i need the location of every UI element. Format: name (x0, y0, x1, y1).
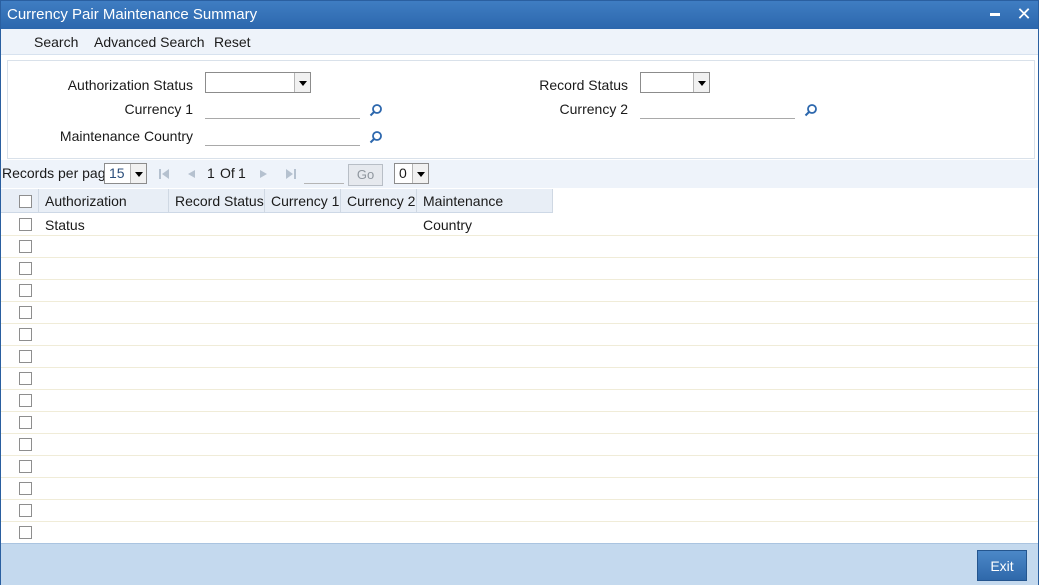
records-per-page-select[interactable]: 15 (104, 163, 147, 184)
column-header-maintenance-country[interactable]: Maintenance Country (417, 189, 553, 233)
page-number-input[interactable] (304, 164, 344, 184)
summary-window: Currency Pair Maintenance Summary ✕ Sear… (0, 0, 1039, 585)
row-checkbox[interactable] (19, 284, 32, 297)
table-row[interactable] (1, 500, 1038, 522)
table-row[interactable] (1, 236, 1038, 258)
currency1-label: Currency 1 (124, 101, 193, 117)
table-row[interactable] (1, 434, 1038, 456)
count-value: 0 (399, 165, 407, 181)
table-row[interactable] (1, 324, 1038, 346)
window-title: Currency Pair Maintenance Summary (7, 6, 258, 23)
authorization-status-label: Authorization Status (67, 77, 193, 93)
dropdown-arrow-icon (693, 73, 709, 92)
search-button[interactable]: Search (34, 34, 78, 50)
row-checkbox[interactable] (19, 240, 32, 253)
last-page-icon[interactable] (285, 168, 297, 180)
advanced-search-button[interactable]: Advanced Search (94, 34, 205, 50)
dropdown-arrow-icon (412, 164, 428, 183)
go-button[interactable]: Go (348, 164, 383, 186)
pagination-bar: Records per page 15 1 Of 1 Go 0 (1, 160, 1038, 188)
table-row[interactable] (1, 522, 1038, 544)
table-row[interactable] (1, 390, 1038, 412)
results-grid: Authorization Status Record Status Curre… (1, 189, 1038, 544)
table-row[interactable] (1, 346, 1038, 368)
maintenance-country-input[interactable] (205, 126, 360, 146)
of-label: Of (220, 165, 235, 181)
row-checkbox[interactable] (19, 306, 32, 319)
records-per-page-label: Records per page (2, 165, 114, 181)
table-row[interactable] (1, 456, 1038, 478)
row-checkbox[interactable] (19, 438, 32, 451)
total-pages: 1 (238, 165, 246, 181)
search-criteria-panel: Authorization Status Record Status Curre… (7, 60, 1035, 159)
row-checkbox[interactable] (19, 460, 32, 473)
current-page: 1 (207, 165, 215, 181)
row-checkbox[interactable] (19, 482, 32, 495)
row-checkbox[interactable] (19, 218, 32, 231)
title-bar: Currency Pair Maintenance Summary ✕ (1, 1, 1038, 29)
currency2-input[interactable] (640, 99, 795, 119)
records-per-page-value: 15 (109, 165, 125, 181)
table-row[interactable] (1, 478, 1038, 500)
row-checkbox[interactable] (19, 372, 32, 385)
row-checkbox[interactable] (19, 262, 32, 275)
exit-button[interactable]: Exit (977, 550, 1027, 581)
column-header-currency2[interactable]: Currency 2 (341, 189, 417, 213)
search-lens-icon[interactable] (369, 103, 383, 117)
row-checkbox[interactable] (19, 328, 32, 341)
row-checkbox[interactable] (19, 526, 32, 539)
maintenance-country-label: Maintenance Country (59, 128, 193, 144)
dropdown-arrow-icon (294, 73, 310, 92)
prev-page-icon[interactable] (185, 168, 197, 180)
search-lens-icon[interactable] (369, 130, 383, 144)
first-page-icon[interactable] (158, 168, 170, 180)
reset-button[interactable]: Reset (214, 34, 251, 50)
row-checkbox[interactable] (19, 416, 32, 429)
table-row[interactable] (1, 280, 1038, 302)
row-checkbox[interactable] (19, 504, 32, 517)
next-page-icon[interactable] (258, 168, 270, 180)
row-checkbox[interactable] (19, 394, 32, 407)
minimize-icon[interactable] (986, 5, 1004, 23)
column-header-record-status[interactable]: Record Status (169, 189, 265, 213)
record-status-select[interactable] (640, 72, 710, 93)
currency1-input[interactable] (205, 99, 360, 119)
authorization-status-select[interactable] (205, 72, 311, 93)
table-row[interactable] (1, 302, 1038, 324)
search-lens-icon[interactable] (804, 103, 818, 117)
column-header-authorization-status[interactable]: Authorization Status (38, 189, 169, 233)
column-header-currency1[interactable]: Currency 1 (265, 189, 341, 213)
table-row[interactable] (1, 368, 1038, 390)
currency2-label: Currency 2 (559, 101, 628, 117)
record-status-label: Record Status (539, 77, 628, 93)
close-icon[interactable]: ✕ (1015, 5, 1033, 23)
table-row[interactable] (1, 214, 1038, 236)
table-row[interactable] (1, 258, 1038, 280)
toolbar: Search Advanced Search Reset (1, 29, 1038, 55)
dropdown-arrow-icon (130, 164, 146, 183)
table-row[interactable] (1, 412, 1038, 434)
grid-header: Authorization Status Record Status Curre… (1, 189, 553, 233)
row-checkbox[interactable] (19, 350, 32, 363)
select-all-checkbox[interactable] (19, 195, 32, 208)
footer-bar: Exit (1, 543, 1038, 585)
count-select[interactable]: 0 (394, 163, 429, 184)
